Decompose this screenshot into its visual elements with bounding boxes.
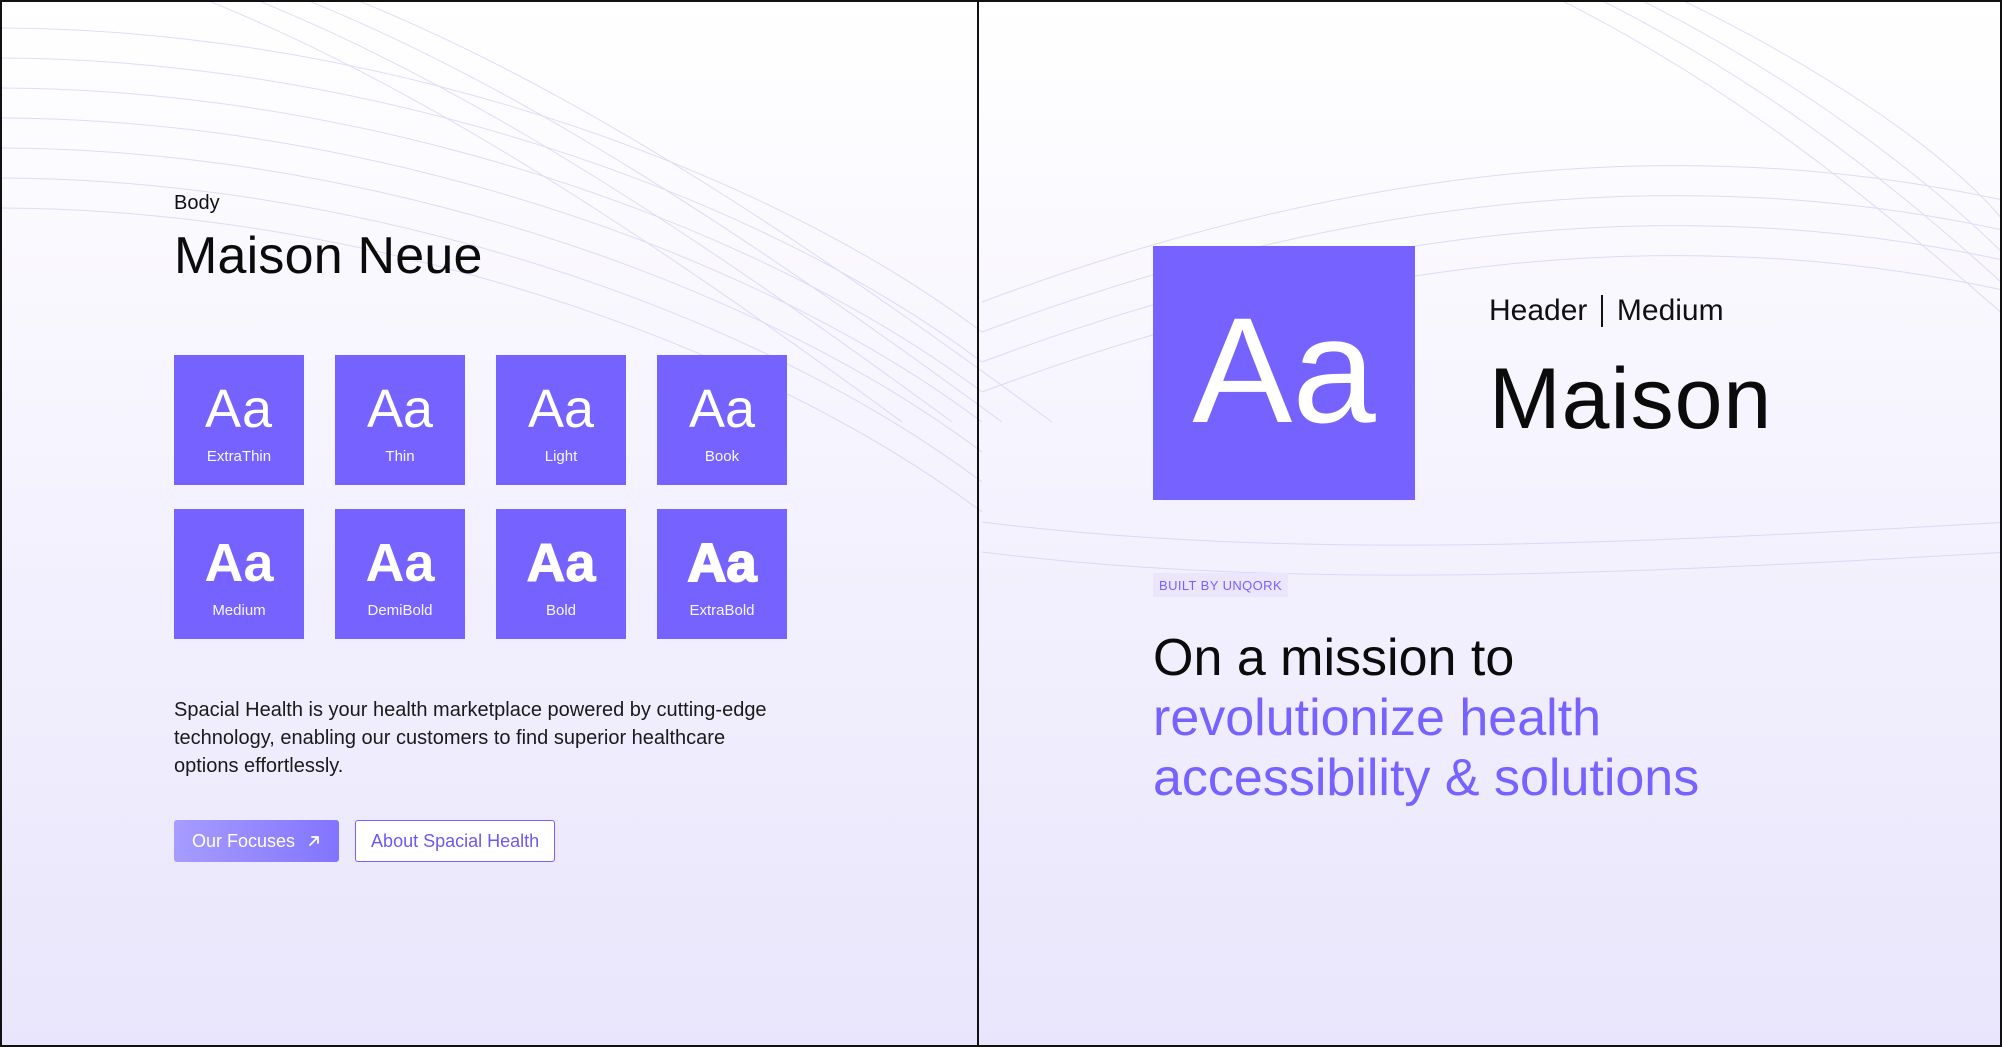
body-font-panel: Body Maison Neue Aa ExtraThin Aa Thin Aa… xyxy=(2,2,977,1045)
label-separator xyxy=(1601,295,1603,327)
weight-name: ExtraThin xyxy=(206,447,272,465)
weight-name: Medium xyxy=(212,601,266,619)
glyph-sample: Aa xyxy=(686,532,757,593)
style-weight-label: Header Medium xyxy=(1489,294,1724,328)
weight-name: DemiBold xyxy=(367,601,433,619)
weight-tile-light: Aa Light xyxy=(496,355,626,485)
glyph-sample: Aa xyxy=(688,378,756,439)
weight-name: Thin xyxy=(385,447,415,465)
weight-name: Bold xyxy=(545,601,577,619)
weight-tile-bold: Aa Bold xyxy=(496,509,626,639)
weight-name: Book xyxy=(704,447,740,465)
weight-name: Light xyxy=(544,447,578,465)
style-label: Header xyxy=(1489,294,1588,327)
weight-tile-book: Aa Book xyxy=(657,355,787,485)
description-text: Spacial Health is your health marketplac… xyxy=(174,699,767,777)
headline-line-2: revolutionize health xyxy=(1153,689,1602,747)
glyph-sample: Aa xyxy=(1192,286,1376,454)
headline: On a mission to revolutionize health acc… xyxy=(1153,628,1699,808)
header-glyph-tile: Aa xyxy=(1153,246,1415,500)
weight-tile-demibold: Aa DemiBold xyxy=(335,509,465,639)
glyph-sample: Aa xyxy=(204,378,274,439)
font-family-name: Maison Neue xyxy=(174,227,483,285)
weight-label: Medium xyxy=(1616,294,1724,327)
weight-grid: Aa ExtraThin Aa Thin Aa Light Aa Book Aa… xyxy=(174,355,787,639)
glyph-sample: Aa xyxy=(526,532,596,593)
our-focuses-button[interactable]: Our Focuses xyxy=(174,820,340,862)
header-font-name: Maison xyxy=(1489,351,1773,447)
weight-name: ExtraBold xyxy=(689,601,755,619)
arrow-up-right-icon xyxy=(307,834,321,848)
built-by-badge: BUILT BY UNQORK xyxy=(1153,573,1289,597)
weight-tile-extrathin: Aa ExtraThin xyxy=(174,355,304,485)
section-label: Body xyxy=(174,192,220,214)
button-row: Our Focuses About Spacial Health xyxy=(174,820,556,862)
glyph-sample: Aa xyxy=(366,378,434,439)
weight-tile-medium: Aa Medium xyxy=(174,509,304,639)
headline-line-3: accessibility & solutions xyxy=(1153,749,1700,807)
header-font-panel: Aa Header Medium Maison BUILT BY UNQORK … xyxy=(979,2,2000,1045)
about-spacial-health-button[interactable]: About Spacial Health xyxy=(355,820,556,862)
glyph-sample: Aa xyxy=(365,532,435,593)
headline-line-1: On a mission to xyxy=(1153,629,1515,687)
weight-tile-extrabold: Aa ExtraBold xyxy=(657,509,787,639)
glyph-sample: Aa xyxy=(527,378,595,439)
button-label: Our Focuses xyxy=(192,830,296,851)
weight-tile-thin: Aa Thin xyxy=(335,355,465,485)
canvas: Body Maison Neue Aa ExtraThin Aa Thin Aa… xyxy=(0,0,2002,1047)
glyph-sample: Aa xyxy=(204,532,274,593)
